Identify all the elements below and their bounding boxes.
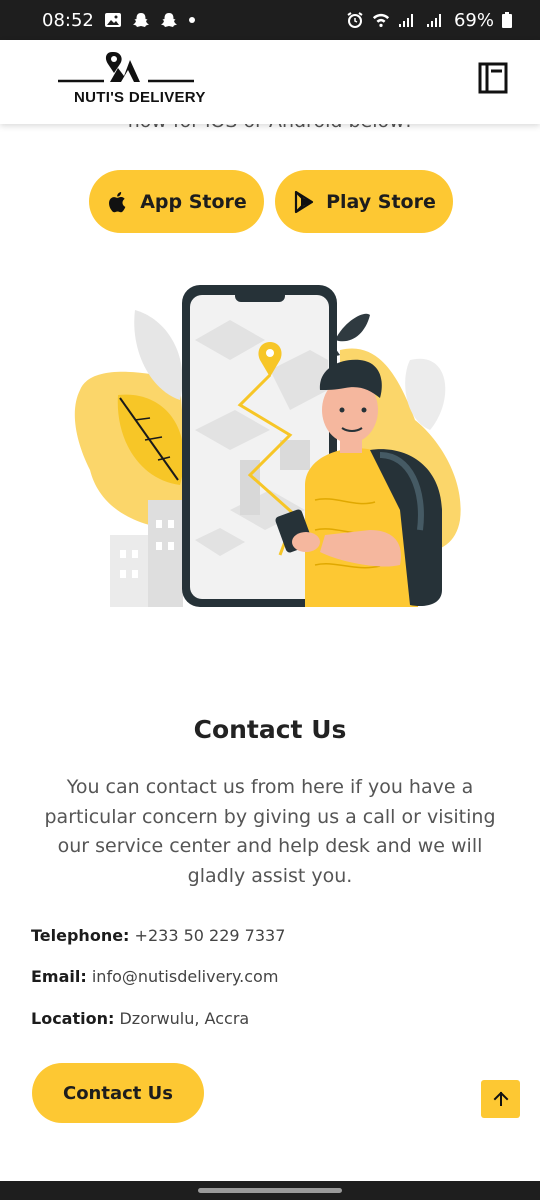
location-row: Location: Dzorwulu, Accra [31,1009,249,1028]
notification-dot-icon [188,17,195,23]
play-store-label: Play Store [326,190,436,213]
menu-book-icon[interactable] [478,62,508,94]
telephone-row: Telephone: +233 50 229 7337 [31,926,285,945]
play-store-icon [295,190,314,213]
email-row: Email: info@nutisdelivery.com [31,967,278,986]
alarm-icon [347,12,363,28]
play-store-button[interactable]: Play Store [275,170,453,233]
signal-icon [398,14,413,27]
site-header: NUTI'S DELIVERY [0,40,540,124]
gallery-icon [104,13,121,27]
location-value: Dzorwulu, Accra [119,1009,250,1028]
signal-icon [426,14,441,27]
app-store-label: App Store [140,190,247,213]
status-bar: 08:52 69% [0,0,540,40]
delivery-app-illustration [74,285,461,607]
telephone-label: Telephone: [31,926,130,945]
email-value[interactable]: info@nutisdelivery.com [92,967,279,986]
contact-title: Contact Us [193,715,347,744]
contact-us-button[interactable]: Contact Us [32,1063,204,1123]
telephone-value[interactable]: +233 50 229 7337 [135,926,286,945]
battery-icon [502,12,512,28]
snapchat-icon [160,13,177,27]
app-store-button[interactable]: App Store [89,170,264,233]
battery-percent: 69% [453,9,494,31]
arrow-up-icon [493,1091,508,1106]
status-time: 08:52 [42,9,94,31]
apple-icon [109,191,126,212]
system-nav-bar [0,1181,540,1200]
scroll-to-top-button[interactable] [481,1080,520,1118]
gesture-handle[interactable] [198,1188,342,1193]
location-label: Location: [31,1009,115,1028]
logo-text: NUTI'S DELIVERY [74,89,206,106]
snapchat-icon [132,13,149,27]
wifi-icon [372,13,390,28]
email-label: Email: [31,967,87,986]
contact-description: You can contact us from here if you have… [44,776,496,887]
